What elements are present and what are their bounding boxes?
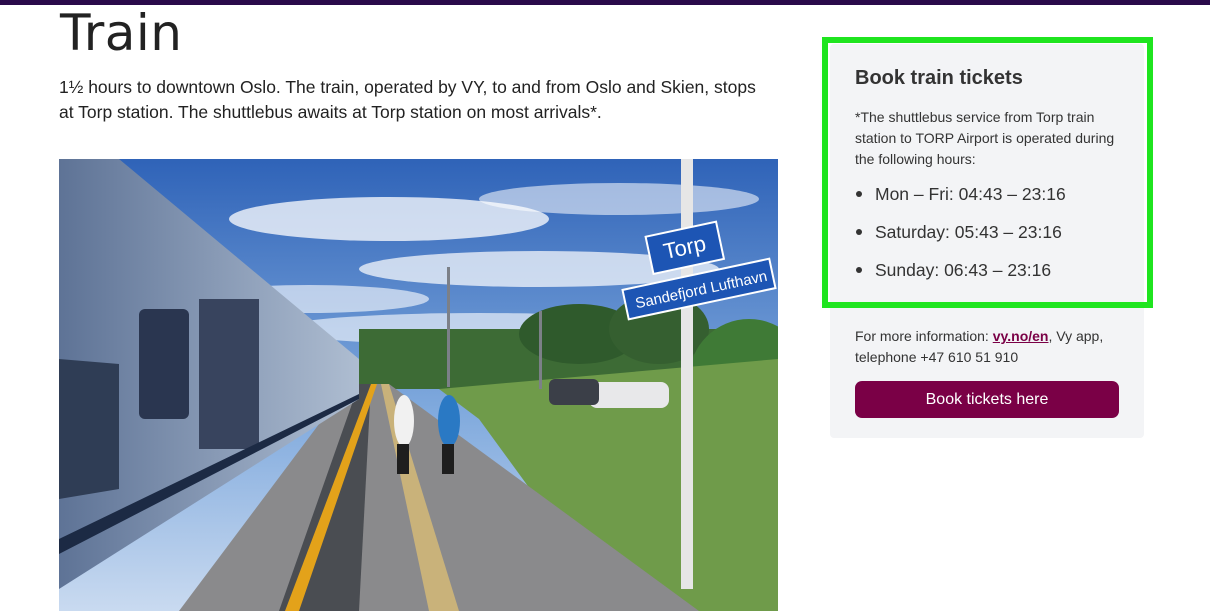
intro-paragraph: 1½ hours to downtown Oslo. The train, op…	[59, 77, 756, 122]
book-tickets-button[interactable]: Book tickets here	[855, 381, 1119, 418]
shuttle-hours-list: Mon – Fri: 04:43 – 23:16 Saturday: 05:43…	[855, 181, 1066, 295]
vy-link[interactable]: vy.no/en	[993, 328, 1049, 344]
more-info-text: For more information: vy.no/en, Vy app, …	[855, 328, 1104, 365]
bullet-icon	[856, 267, 862, 273]
train-station-photo: Torp Sandefjord Lufthavn	[59, 159, 778, 611]
card-title: Book train tickets	[855, 67, 1023, 89]
page-title: Train	[60, 4, 183, 62]
hours-weekdays: Mon – Fri: 04:43 – 23:16	[855, 181, 1066, 219]
shuttle-note: *The shuttlebus service from Torp train …	[855, 109, 1115, 167]
hours-saturday: Saturday: 05:43 – 23:16	[855, 219, 1066, 257]
hours-sunday: Sunday: 06:43 – 23:16	[855, 257, 1066, 295]
bullet-icon	[856, 191, 862, 197]
bullet-icon	[856, 229, 862, 235]
